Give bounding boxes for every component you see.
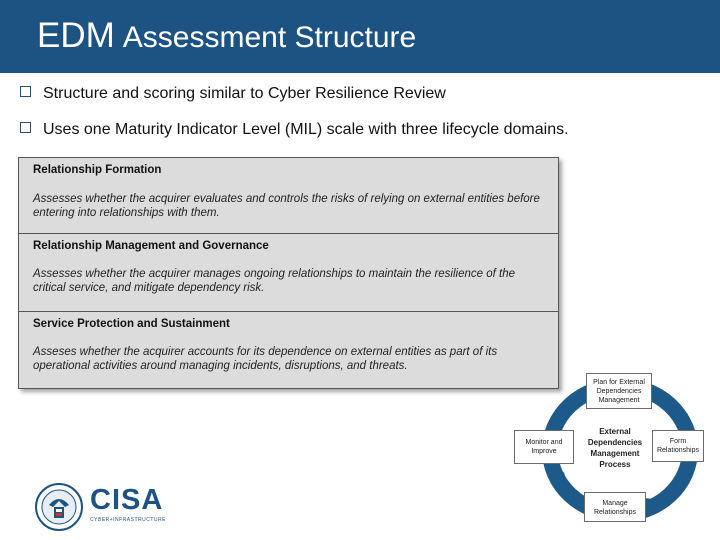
domain-description: Assesses whether the acquirer evaluates … <box>33 193 540 219</box>
dhs-seal-icon <box>35 483 83 536</box>
lifecycle-diagram: Plan for External Dependencies Managemen… <box>512 370 710 530</box>
cycle-center-label: External Dependencies Management Process <box>587 427 643 469</box>
stage-plan: Plan for External Dependencies Managemen… <box>586 373 652 409</box>
title-main: EDM <box>37 16 115 55</box>
domain-description: Assesses whether the acquirer manages on… <box>33 268 516 294</box>
bullet-text: Structure and scoring similar to Cyber R… <box>43 85 446 102</box>
domain-row: Service Protection and Sustainment Asses… <box>19 312 558 388</box>
domain-description: Asseses whether the acquirer accounts fo… <box>33 346 498 372</box>
bullet-item: Uses one Maturity Indicator Level (MIL) … <box>20 121 569 139</box>
stage-monitor-improve: Monitor and Improve <box>514 430 574 464</box>
slide-title: EDM Assessment Structure <box>37 18 416 53</box>
title-rest: Assessment Structure <box>122 21 417 54</box>
stage-form-relationships: Form Relationships <box>652 430 704 462</box>
domain-row: Relationship Management and Governance A… <box>19 234 558 312</box>
domain-table: Relationship Formation Assesses whether … <box>18 157 559 389</box>
domain-name: Relationship Management and Governance <box>33 240 269 252</box>
domain-name: Relationship Formation <box>33 164 162 176</box>
cisa-acronym: CISA <box>90 484 164 516</box>
checkbox-bullet-icon <box>20 86 31 97</box>
cisa-subtitle: CYBER+INFRASTRUCTURE <box>90 517 166 523</box>
title-bar: EDM Assessment Structure <box>0 0 720 73</box>
stage-manage-relationships: Manage Relationships <box>584 492 646 522</box>
domain-row: Relationship Formation Assesses whether … <box>19 158 558 234</box>
bullet-item: Structure and scoring similar to Cyber R… <box>20 85 446 103</box>
checkbox-bullet-icon <box>20 122 31 133</box>
cisa-logo: CISA CYBER+INFRASTRUCTURE <box>90 484 165 524</box>
domain-name: Service Protection and Sustainment <box>33 318 230 330</box>
bullet-text: Uses one Maturity Indicator Level (MIL) … <box>43 121 569 138</box>
